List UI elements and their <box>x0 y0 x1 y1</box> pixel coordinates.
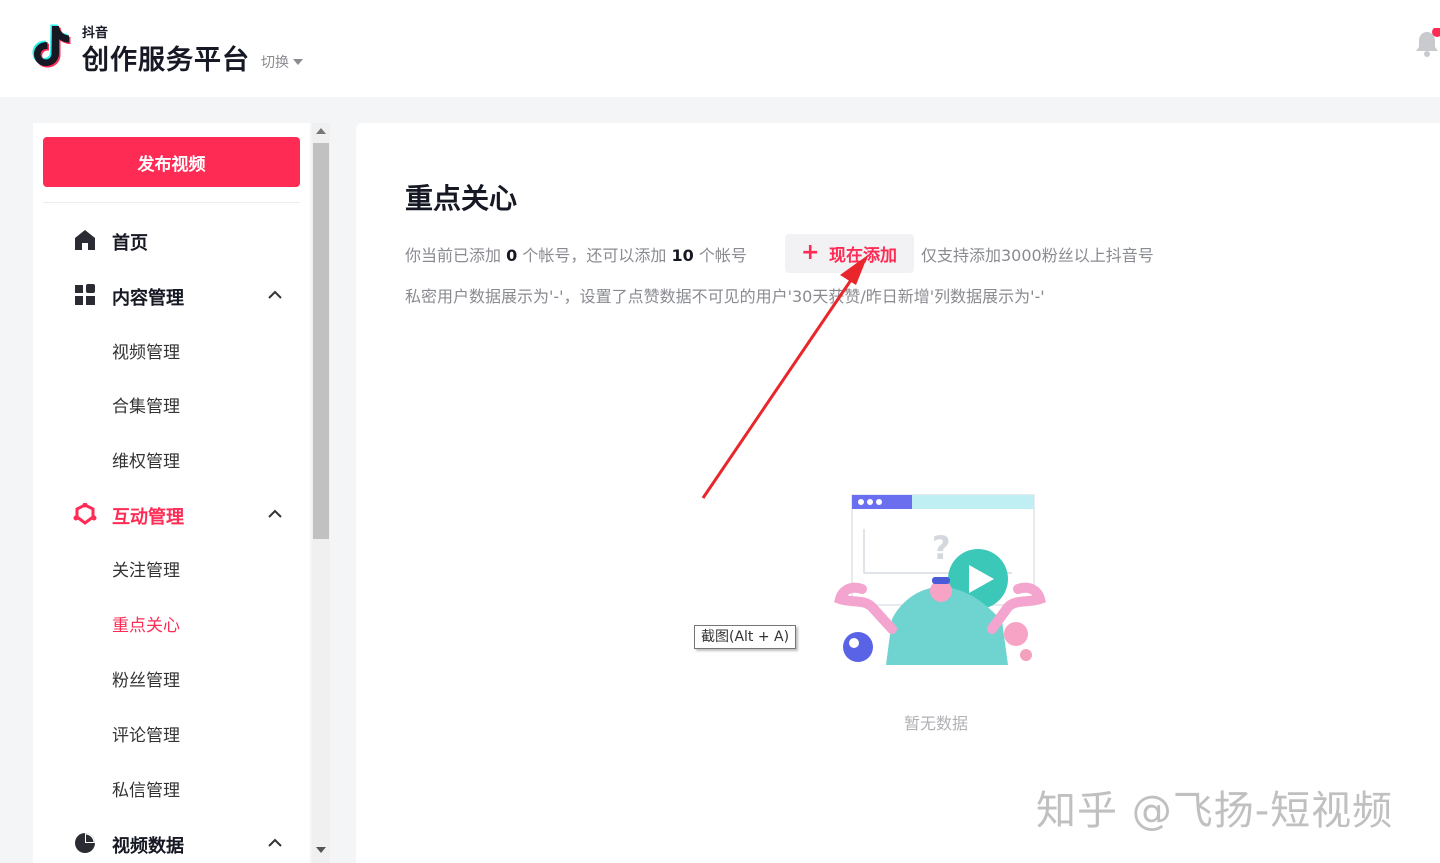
sidebar-item-label: 视频数据 <box>112 836 184 857</box>
sidebar-item-home[interactable]: 首页 <box>33 220 310 260</box>
sidebar-item-label: 关注管理 <box>112 561 180 581</box>
sidebar-item-comment-management[interactable]: 评论管理 <box>33 714 310 750</box>
grid-icon <box>75 284 95 305</box>
chevron-up-icon[interactable] <box>267 288 283 300</box>
switch-dropdown[interactable]: 切换 <box>261 52 303 72</box>
sidebar-scrollbar[interactable] <box>312 123 330 863</box>
sidebar-item-message-management[interactable]: 私信管理 <box>33 769 310 805</box>
sidebar-item-label: 私信管理 <box>112 781 180 801</box>
sidebar-item-label: 评论管理 <box>112 726 180 746</box>
chevron-up-icon[interactable] <box>267 836 283 848</box>
caret-down-icon <box>293 59 303 65</box>
info-suffix: 个帐号 <box>698 246 747 265</box>
sidebar-item-label: 合集管理 <box>112 397 180 417</box>
privacy-note: 私密用户数据展示为'-'，设置了点赞数据不可见的用户'30天获赞/昨日新增'列数… <box>405 287 1045 306</box>
sidebar-item-interaction-management[interactable]: 互动管理 <box>33 494 310 534</box>
info-prefix: 你当前已添加 <box>405 246 502 265</box>
top-header: 抖音 创作服务平台 切换 <box>0 0 1440 97</box>
sidebar-item-key-concern[interactable]: 重点关心 <box>33 604 310 640</box>
sidebar-item-label: 内容管理 <box>112 288 184 309</box>
sidebar-item-label: 维权管理 <box>112 452 180 472</box>
sidebar-item-content-management[interactable]: 内容管理 <box>33 275 310 315</box>
add-now-button[interactable]: + 现在添加 <box>785 234 914 273</box>
sidebar-item-label: 首页 <box>112 233 148 254</box>
switch-label: 切换 <box>261 55 289 71</box>
added-count: 0 <box>506 246 518 265</box>
sidebar: 发布视频 首页 内容管理 视频管理 合集管理 维权管理 互动管理 关注管理 重点… <box>33 123 310 863</box>
publish-video-button[interactable]: 发布视频 <box>43 137 300 187</box>
bell-icon[interactable] <box>1414 28 1440 58</box>
sidebar-item-label: 视频管理 <box>112 343 180 363</box>
home-icon <box>75 230 95 250</box>
sidebar-item-rights-management[interactable]: 维权管理 <box>33 440 310 476</box>
watermark: 知乎 @飞扬-短视频 <box>1036 788 1394 834</box>
tiktok-logo-icon[interactable] <box>30 22 74 70</box>
page-title: 重点关心 <box>405 182 518 215</box>
sidebar-item-collection-management[interactable]: 合集管理 <box>33 385 310 421</box>
screenshot-tooltip: 截图(Alt + A) <box>694 625 797 649</box>
empty-state-illustration-icon: ? <box>834 494 1046 665</box>
support-note: 仅支持添加3000粉丝以上抖音号 <box>921 246 1154 265</box>
add-now-label: 现在添加 <box>829 246 897 266</box>
plus-icon: + <box>801 240 820 265</box>
account-count-info: 你当前已添加 0 个帐号，还可以添加 10 个帐号 <box>405 242 747 266</box>
sidebar-item-label: 粉丝管理 <box>112 671 180 691</box>
pie-chart-icon <box>75 833 95 853</box>
info-middle: 个帐号，还可以添加 <box>522 246 667 265</box>
remaining-count: 10 <box>671 246 694 265</box>
sidebar-divider <box>43 202 300 203</box>
main-panel: 重点关心 你当前已添加 0 个帐号，还可以添加 10 个帐号 + 现在添加 仅支… <box>356 123 1440 863</box>
interact-icon <box>73 503 97 525</box>
scroll-down-arrow-icon[interactable] <box>316 847 326 853</box>
sidebar-item-video-management[interactable]: 视频管理 <box>33 331 310 367</box>
sidebar-item-label: 互动管理 <box>112 507 184 528</box>
scrollbar-thumb[interactable] <box>313 143 329 539</box>
sidebar-item-follow-management[interactable]: 关注管理 <box>33 549 310 585</box>
scroll-up-arrow-icon[interactable] <box>316 128 326 134</box>
chevron-up-icon[interactable] <box>267 507 283 519</box>
empty-state-text: 暂无数据 <box>904 714 969 733</box>
sidebar-item-video-data[interactable]: 视频数据 <box>33 823 310 863</box>
brand-name[interactable]: 创作服务平台 <box>82 38 250 77</box>
sidebar-item-fans-management[interactable]: 粉丝管理 <box>33 659 310 695</box>
svg-text:?: ? <box>932 529 951 567</box>
sidebar-item-label: 重点关心 <box>112 616 180 636</box>
